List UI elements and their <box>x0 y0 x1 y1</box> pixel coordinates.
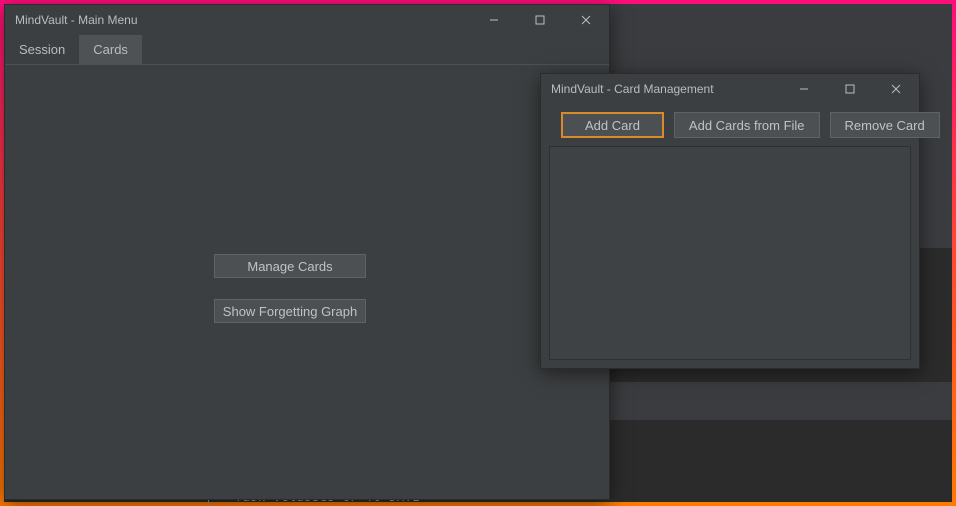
tab-label: Session <box>19 42 65 57</box>
main-menu-window: MindVault - Main Menu Session <box>4 4 610 500</box>
maximize-button[interactable] <box>827 74 873 104</box>
add-card-button[interactable]: Add Card <box>561 112 664 138</box>
button-label: Add Card <box>585 118 640 133</box>
main-titlebar: MindVault - Main Menu <box>5 5 609 35</box>
minimize-button[interactable] <box>471 5 517 35</box>
tab-label: Cards <box>93 42 128 57</box>
manage-cards-button[interactable]: Manage Cards <box>214 254 366 278</box>
button-label: Add Cards from File <box>689 118 805 133</box>
add-cards-from-file-button[interactable]: Add Cards from File <box>674 112 820 138</box>
card-window-title: MindVault - Card Management <box>541 82 781 96</box>
card-list-panel[interactable] <box>549 146 911 360</box>
button-label: Manage Cards <box>247 259 332 274</box>
card-management-window: MindVault - Card Management Add Card <box>540 73 920 369</box>
button-label: Show Forgetting Graph <box>223 304 357 319</box>
main-window-title: MindVault - Main Menu <box>5 13 471 27</box>
main-tabs: Session Cards <box>5 35 609 65</box>
minimize-button[interactable] <box>781 74 827 104</box>
show-forgetting-graph-button[interactable]: Show Forgetting Graph <box>214 299 366 323</box>
tab-session[interactable]: Session <box>5 35 79 64</box>
card-toolbar: Add Card Add Cards from File Remove Card <box>541 104 919 146</box>
button-label: Remove Card <box>845 118 925 133</box>
remove-card-button[interactable]: Remove Card <box>830 112 940 138</box>
maximize-button[interactable] <box>517 5 563 35</box>
close-button[interactable] <box>873 74 919 104</box>
close-button[interactable] <box>563 5 609 35</box>
tab-cards[interactable]: Cards <box>79 35 142 64</box>
card-titlebar: MindVault - Card Management <box>541 74 919 104</box>
